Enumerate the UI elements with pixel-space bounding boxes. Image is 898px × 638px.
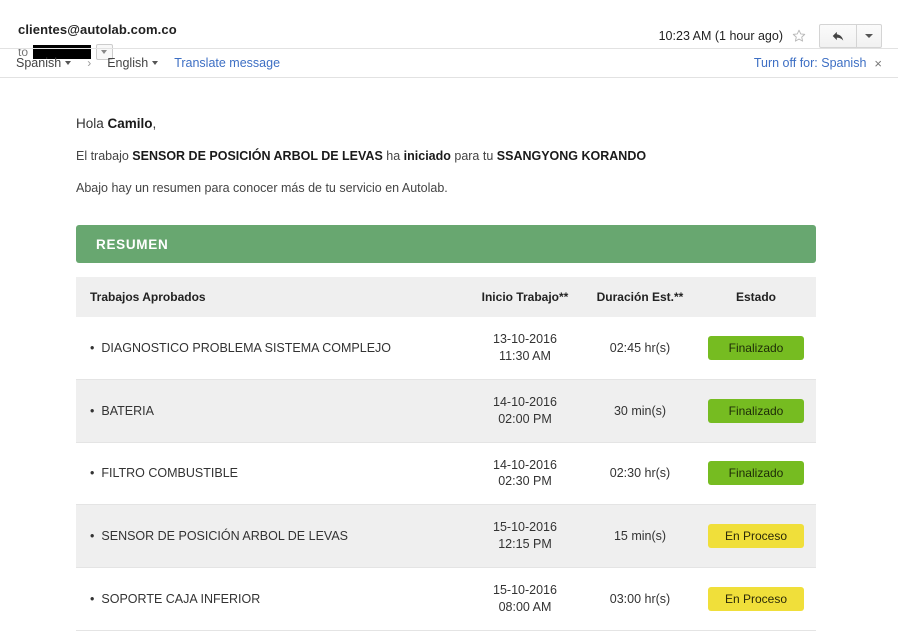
cell-job-name: FILTRO COMBUSTIBLE bbox=[76, 442, 466, 506]
cell-start: 14-10-2016 02:30 PM bbox=[466, 442, 584, 506]
more-options-button[interactable] bbox=[857, 25, 881, 47]
status-badge: En Proceso bbox=[708, 524, 804, 549]
chevron-down-icon bbox=[865, 34, 873, 38]
job-label: BATERIA bbox=[90, 404, 154, 418]
greeting-name: Camilo bbox=[107, 116, 153, 131]
summary-card: RESUMEN Trabajos Aprobados Inicio Trabaj… bbox=[76, 225, 816, 631]
summary-title-bar: RESUMEN bbox=[76, 225, 816, 263]
status-badge: Finalizado bbox=[708, 398, 804, 423]
job-label: SOPORTE CAJA INFERIOR bbox=[90, 592, 260, 606]
reply-arrow-icon bbox=[832, 31, 844, 41]
cell-job-name: SENSOR DE POSICIÓN ARBOL DE LEVAS bbox=[76, 504, 466, 568]
cell-job-name: DIAGNOSTICO PROBLEMA SISTEMA COMPLEJO bbox=[76, 317, 466, 380]
source-language-label: Spanish bbox=[16, 56, 62, 70]
jobs-table-body: DIAGNOSTICO PROBLEMA SISTEMA COMPLEJO 13-… bbox=[76, 317, 816, 631]
status-badge: Finalizado bbox=[708, 461, 804, 486]
translate-bar: Spanish › English Translate message Turn… bbox=[0, 48, 898, 78]
job-status-word: iniciado bbox=[403, 149, 451, 163]
job-label: DIAGNOSTICO PROBLEMA SISTEMA COMPLEJO bbox=[90, 341, 391, 355]
cell-start: 15-10-2016 12:15 PM bbox=[466, 504, 584, 568]
reply-button[interactable] bbox=[820, 25, 857, 47]
cell-start: 15-10-2016 08:00 AM bbox=[466, 567, 584, 631]
translate-message-link[interactable]: Translate message bbox=[174, 56, 280, 70]
job-line-prefix: El trabajo bbox=[76, 149, 133, 163]
cell-status: En Proceso bbox=[696, 504, 816, 568]
target-language-label: English bbox=[107, 56, 149, 70]
close-icon[interactable]: × bbox=[874, 57, 882, 70]
cell-job-name: SOPORTE CAJA INFERIOR bbox=[76, 567, 466, 631]
jobs-table-head: Trabajos Aprobados Inicio Trabajo** Dura… bbox=[76, 277, 816, 317]
translate-direction-arrow: › bbox=[87, 56, 92, 70]
cell-start: 13-10-2016 11:30 AM bbox=[466, 317, 584, 380]
cell-duration: 03:00 hr(s) bbox=[584, 567, 696, 631]
cell-status: Finalizado bbox=[696, 442, 816, 506]
column-header-duration: Duración Est.** bbox=[584, 277, 696, 317]
greeting-line: Hola Camilo, bbox=[76, 116, 898, 131]
table-row: FILTRO COMBUSTIBLE 14-10-2016 02:30 PM02:… bbox=[76, 442, 816, 506]
job-line-mid: ha bbox=[382, 149, 404, 163]
mail-header: clientes@autolab.com.co to 10:23 AM (1 h… bbox=[0, 0, 898, 60]
reply-button-group bbox=[819, 24, 882, 48]
cell-duration: 30 min(s) bbox=[584, 379, 696, 443]
status-badge: Finalizado bbox=[708, 335, 804, 360]
cell-start: 14-10-2016 02:00 PM bbox=[466, 379, 584, 443]
job-label: FILTRO COMBUSTIBLE bbox=[90, 466, 238, 480]
star-outline-icon[interactable] bbox=[791, 28, 807, 44]
jobs-table: Trabajos Aprobados Inicio Trabajo** Dura… bbox=[76, 277, 816, 631]
source-language-select[interactable]: Spanish bbox=[16, 56, 72, 70]
table-row: SOPORTE CAJA INFERIOR 15-10-2016 08:00 AM… bbox=[76, 567, 816, 631]
cell-status: Finalizado bbox=[696, 317, 816, 380]
summary-title: RESUMEN bbox=[96, 236, 169, 252]
cell-duration: 02:45 hr(s) bbox=[584, 317, 696, 380]
table-row: SENSOR DE POSICIÓN ARBOL DE LEVAS 15-10-2… bbox=[76, 504, 816, 568]
column-header-job: Trabajos Aprobados bbox=[76, 277, 466, 317]
summary-intro-line: Abajo hay un resumen para conocer más de… bbox=[76, 181, 448, 195]
mail-header-actions: 10:23 AM (1 hour ago) bbox=[659, 24, 882, 48]
translate-bar-right: Turn off for: Spanish × bbox=[754, 56, 882, 70]
chevron-down-icon bbox=[152, 61, 159, 65]
sender-email[interactable]: clientes@autolab.com.co bbox=[18, 22, 177, 37]
job-started-line: El trabajo SENSOR DE POSICIÓN ARBOL DE L… bbox=[76, 149, 898, 163]
status-badge: En Proceso bbox=[708, 586, 804, 611]
email-body: Hola Camilo, El trabajo SENSOR DE POSICI… bbox=[0, 78, 898, 631]
chevron-down-icon bbox=[65, 61, 72, 65]
vehicle-name: SSANGYONG KORANDO bbox=[496, 149, 647, 163]
cell-status: Finalizado bbox=[696, 379, 816, 443]
turn-off-translation-link[interactable]: Turn off for: Spanish bbox=[754, 56, 867, 70]
greeting-prefix: Hola bbox=[76, 116, 108, 131]
column-header-start: Inicio Trabajo** bbox=[466, 277, 584, 317]
job-label: SENSOR DE POSICIÓN ARBOL DE LEVAS bbox=[90, 529, 348, 543]
table-row: DIAGNOSTICO PROBLEMA SISTEMA COMPLEJO 13-… bbox=[76, 317, 816, 380]
greeting-suffix: , bbox=[152, 116, 157, 131]
message-timestamp: 10:23 AM (1 hour ago) bbox=[658, 29, 783, 43]
job-line-mid2: para tu bbox=[450, 149, 497, 163]
table-row: BATERIA 14-10-2016 02:00 PM30 min(s) Final… bbox=[76, 379, 816, 443]
target-language-select[interactable]: English bbox=[107, 56, 159, 70]
cell-status: En Proceso bbox=[696, 567, 816, 631]
job-name: SENSOR DE POSICIÓN ARBOL DE LEVAS bbox=[132, 149, 383, 163]
jobs-table-header-row: Trabajos Aprobados Inicio Trabajo** Dura… bbox=[76, 277, 816, 317]
cell-job-name: BATERIA bbox=[76, 379, 466, 443]
column-header-status: Estado bbox=[696, 277, 816, 317]
cell-duration: 02:30 hr(s) bbox=[584, 442, 696, 506]
cell-duration: 15 min(s) bbox=[584, 504, 696, 568]
